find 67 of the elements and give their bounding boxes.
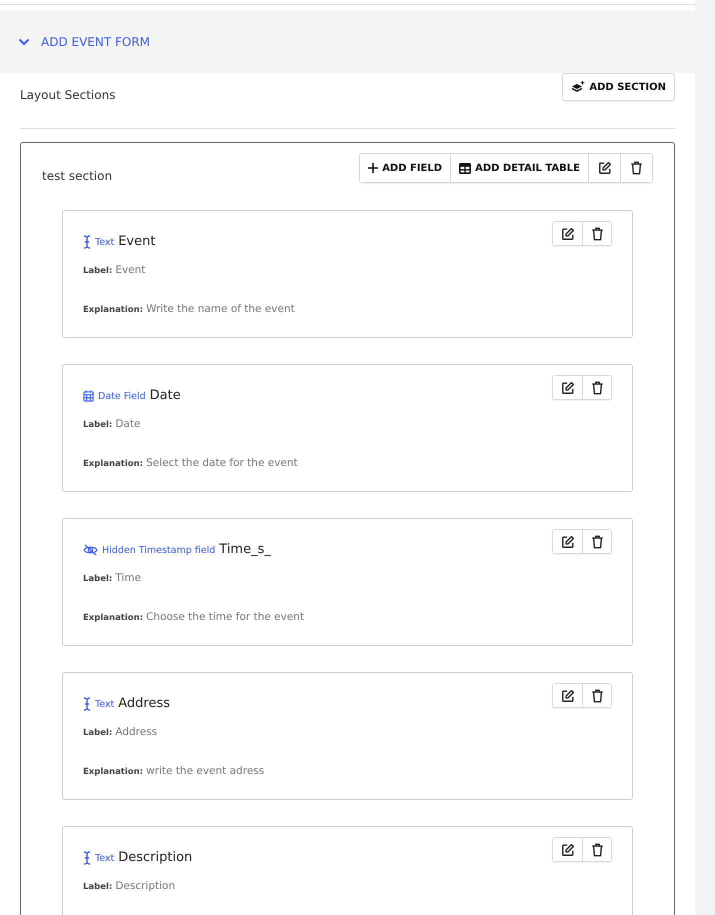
explanation-caption: Explanation: [83,305,144,315]
form-title[interactable]: ADD EVENT FORM [41,35,150,49]
edit-icon [598,161,612,175]
layers-plus-icon [571,81,586,93]
section-name: test section [42,169,112,183]
label-value: Date [115,418,140,430]
explanation-caption: Explanation: [83,767,144,777]
label-caption: Label: [83,882,112,892]
add-section-button[interactable]: ADD SECTION [562,73,675,101]
explanation-value: Choose the time for the event [146,611,304,623]
explanation-value: write the event adress [146,765,264,777]
add-detail-table-button[interactable]: ADD DETAIL TABLE [450,154,588,182]
delete-button[interactable] [582,222,611,245]
field-name: Address [118,696,170,711]
chevron-down-icon[interactable] [18,38,30,46]
trash-icon [590,226,604,240]
explanation-caption: Explanation: [83,459,144,469]
trash-icon [590,842,604,856]
field-type-label: Text [95,237,114,248]
edit-icon [560,380,574,394]
label-caption: Label: [83,728,112,738]
edit-button[interactable] [553,838,582,861]
edit-icon [560,842,574,856]
field-name: Description [118,850,192,865]
field-name: Date [150,388,181,403]
field-name: Event [118,234,156,249]
edit-icon [560,534,574,548]
delete-button[interactable] [582,838,611,861]
trash-icon [590,688,604,702]
label-value: Time [115,572,142,584]
field-name: Time_s_ [219,542,271,557]
edit-section-button[interactable] [588,154,620,182]
plus-icon [368,163,378,173]
edit-icon [560,688,574,702]
field-type-label: Date Field [98,391,146,402]
eye-slash-icon [83,544,98,556]
edit-button[interactable] [553,684,582,707]
label-value: Description [115,880,176,892]
field-type-label: Text [95,853,114,864]
field-type-label: Hidden Timestamp field [102,545,216,556]
edit-button[interactable] [553,376,582,399]
edit-icon [560,226,574,240]
trash-icon [590,380,604,394]
edit-button[interactable] [553,530,582,553]
field-type-label: Text [95,699,114,710]
delete-button[interactable] [582,684,611,707]
table-icon [459,162,472,174]
add-field-button[interactable]: ADD FIELD [360,154,450,182]
label-caption: Label: [83,420,112,430]
delete-section-button[interactable] [620,154,652,182]
text-cursor-icon [83,696,91,710]
text-cursor-icon [83,234,91,248]
layout-sections-title: Layout Sections [20,88,116,102]
delete-button[interactable] [582,530,611,553]
explanation-value: Select the date for the event [146,457,298,469]
edit-button[interactable] [553,222,582,245]
calendar-icon [83,390,94,402]
trash-icon [590,534,604,548]
delete-button[interactable] [582,376,611,399]
label-value: Event [115,264,146,276]
text-cursor-icon [83,850,91,864]
trash-icon [630,161,643,175]
explanation-caption: Explanation: [83,613,144,623]
label-value: Address [115,726,158,738]
label-caption: Label: [83,574,112,584]
label-caption: Label: [83,266,112,276]
explanation-value: Write the name of the event [146,303,295,315]
